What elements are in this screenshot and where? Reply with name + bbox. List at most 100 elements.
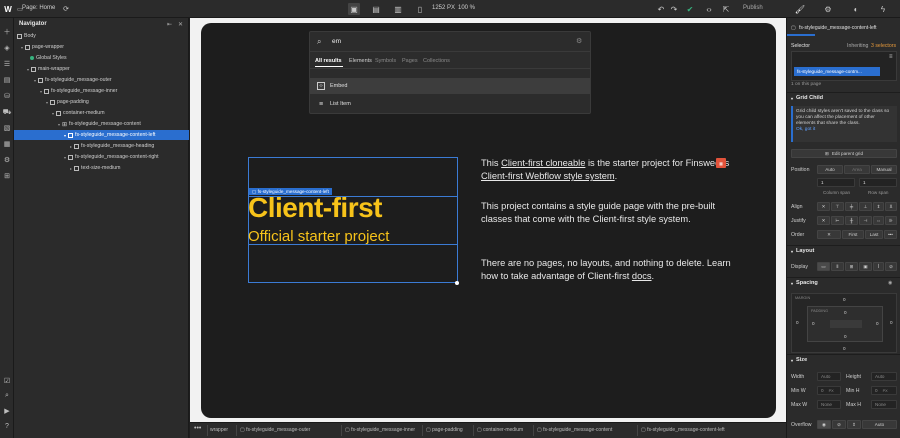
nav-item-message-content-right[interactable]: ▾ fs-styleguide_message-content-right bbox=[14, 152, 189, 162]
justify-center-icon[interactable]: ╫ bbox=[845, 216, 858, 225]
lightning-icon[interactable]: ϟ bbox=[877, 3, 889, 15]
padding-bottom-value[interactable]: 0 bbox=[844, 334, 847, 339]
result-list-item[interactable]: ≡ List Item bbox=[310, 96, 590, 112]
result-embed[interactable]: ‹› Embed bbox=[310, 78, 590, 94]
settings-icon[interactable]: ⚙ bbox=[2, 155, 12, 165]
mobile-portrait-icon[interactable]: ▯ bbox=[414, 3, 426, 15]
style-brush-icon[interactable]: 🖌 bbox=[794, 3, 806, 15]
style-system-link[interactable]: Client-first Webflow style system bbox=[481, 171, 615, 181]
canvas-width-value[interactable]: 1252 bbox=[432, 5, 445, 11]
order-first-button[interactable]: First bbox=[842, 230, 864, 239]
mobile-landscape-icon[interactable]: ▥ bbox=[392, 3, 404, 15]
max-width-input[interactable]: None bbox=[817, 400, 841, 409]
apps-icon[interactable]: ⊞ bbox=[2, 171, 12, 181]
align-none-icon[interactable]: ✕ bbox=[817, 202, 830, 211]
pages-icon[interactable]: ▤ bbox=[2, 75, 12, 85]
display-inline-block-icon[interactable]: ▣ bbox=[859, 262, 872, 271]
align-start-icon[interactable]: ⊤ bbox=[831, 202, 844, 211]
undo-icon[interactable]: ↶ bbox=[655, 3, 667, 15]
more-options-icon[interactable]: ≡ bbox=[889, 54, 893, 60]
padding-top-value[interactable]: 0 bbox=[844, 310, 847, 315]
nav-item-container-medium[interactable]: ▾ container-medium bbox=[14, 108, 189, 118]
align-baseline-icon[interactable]: ⊻ bbox=[885, 202, 897, 211]
redo-icon[interactable]: ↷ bbox=[668, 3, 680, 15]
cms-icon[interactable]: ⛁ bbox=[2, 91, 12, 101]
margin-left-value[interactable]: 0 bbox=[796, 320, 799, 325]
row-span-input[interactable]: 1 bbox=[859, 178, 897, 187]
docs-link[interactable]: docs bbox=[632, 271, 652, 281]
justify-start-icon[interactable]: ⊢ bbox=[831, 216, 844, 225]
nav-item-page-padding[interactable]: ▾ page-padding bbox=[14, 97, 189, 107]
interactions-icon[interactable]: ◐ bbox=[850, 3, 862, 15]
search-icon[interactable]: ⌕ bbox=[2, 391, 12, 401]
docs-paragraph[interactable]: There are no pages, no layouts, and noth… bbox=[481, 257, 731, 283]
column-span-input[interactable]: 1 bbox=[817, 178, 855, 187]
nav-item-main-wrapper[interactable]: ▾ main-wrapper bbox=[14, 64, 189, 74]
tab-all-results[interactable]: All results bbox=[315, 58, 342, 64]
margin-bottom-value[interactable]: 0 bbox=[843, 346, 846, 351]
tablet-breakpoint-icon[interactable]: ▤ bbox=[370, 3, 382, 15]
align-center-icon[interactable]: ╪ bbox=[845, 202, 858, 211]
width-input[interactable]: Auto bbox=[817, 372, 841, 381]
code-icon[interactable]: ‹› bbox=[703, 3, 715, 15]
extension-badge-icon[interactable]: ▦ bbox=[716, 158, 726, 168]
breadcrumb-item[interactable]: ▢ fs-styleguide_message-content-left bbox=[641, 427, 725, 433]
spacing-link-icon[interactable]: ◉ bbox=[888, 280, 892, 286]
cloneable-link[interactable]: Client-first cloneable bbox=[501, 158, 585, 168]
spacing-section-header[interactable]: ▾ Spacing bbox=[787, 277, 900, 288]
hero-heading[interactable]: Client-first bbox=[248, 192, 383, 224]
position-manual-button[interactable]: Manual bbox=[871, 165, 897, 174]
max-height-input[interactable]: None bbox=[871, 400, 897, 409]
nav-item-message-inner[interactable]: ▾ fs-styleguide_message-inner bbox=[14, 86, 189, 96]
resize-handle[interactable] bbox=[455, 281, 459, 285]
caret-down-icon[interactable]: ▾ bbox=[791, 281, 793, 286]
audit-check-icon[interactable]: ☑ bbox=[2, 376, 12, 386]
inheriting-count[interactable]: 3 selectors bbox=[871, 43, 896, 49]
more-dots-icon[interactable]: ••• bbox=[194, 425, 201, 432]
layout-section-header[interactable]: ▾ Layout bbox=[787, 245, 900, 256]
justify-stretch-icon[interactable]: ⇔ bbox=[873, 216, 884, 225]
breadcrumb-item[interactable]: ▢ container-medium bbox=[477, 427, 523, 433]
overflow-scroll-icon[interactable]: ⇕ bbox=[847, 420, 861, 429]
selector-chip[interactable]: fs-styleguide_message-contm... bbox=[794, 67, 880, 76]
position-area-button[interactable]: Area bbox=[844, 165, 870, 174]
justify-space-icon[interactable]: ⊪ bbox=[885, 216, 897, 225]
breadcrumb-item[interactable]: ▢ page-padding bbox=[426, 427, 463, 433]
display-inline-icon[interactable]: ꟾ bbox=[873, 262, 884, 271]
nav-item-message-content[interactable]: ▾ ⊞ fs-styleguide_message-content bbox=[14, 119, 189, 129]
symbols-cube-icon[interactable]: ◈ bbox=[2, 43, 12, 53]
caret-down-icon[interactable]: ▾ bbox=[791, 358, 793, 363]
padding-left-value[interactable]: 0 bbox=[812, 321, 815, 326]
tab-collections[interactable]: Collections bbox=[423, 58, 450, 64]
navigator-close-icon[interactable]: ✕ bbox=[178, 21, 183, 28]
order-last-button[interactable]: Last bbox=[865, 230, 883, 239]
margin-box[interactable]: MARGIN 0 0 0 0 PADDING 0 0 0 0 bbox=[791, 293, 897, 353]
breadcrumb-item[interactable]: ▢ fs-styleguide_message-content bbox=[537, 427, 612, 433]
display-block-icon[interactable]: ▭ bbox=[817, 262, 830, 271]
ecommerce-cart-icon[interactable]: ⛟ bbox=[2, 107, 12, 117]
refresh-icon[interactable]: ⟳ bbox=[60, 3, 72, 15]
video-tutorial-icon[interactable]: ▶ bbox=[2, 406, 12, 416]
ok-got-it-link[interactable]: Ok, got it bbox=[796, 127, 815, 132]
nav-item-message-outer[interactable]: ▾ fs-styleguide_message-outer bbox=[14, 75, 189, 85]
grid-child-section-header[interactable]: ▾ Grid Child bbox=[787, 92, 900, 103]
padding-right-value[interactable]: 0 bbox=[876, 321, 879, 326]
position-auto-button[interactable]: Auto bbox=[817, 165, 843, 174]
display-grid-icon[interactable]: ⊞ bbox=[845, 262, 858, 271]
help-icon[interactable]: ? bbox=[2, 421, 12, 431]
margin-right-value[interactable]: 0 bbox=[890, 320, 893, 325]
quick-find-input[interactable]: em bbox=[332, 38, 341, 45]
nav-item-global-styles[interactable]: Global Styles bbox=[14, 53, 189, 63]
style-manager-icon[interactable]: ▦ bbox=[2, 139, 12, 149]
assets-image-icon[interactable]: ▧ bbox=[2, 123, 12, 133]
page-selector[interactable]: Page: Home bbox=[22, 5, 55, 11]
breadcrumb-item[interactable]: wrapper bbox=[210, 427, 228, 433]
export-icon[interactable]: ⇱ bbox=[720, 3, 732, 15]
order-none-icon[interactable]: ✕ bbox=[817, 230, 841, 239]
settings-gear-icon[interactable]: ⚙ bbox=[822, 3, 834, 15]
nav-item-text-size-medium[interactable]: ▸ text-size-medium bbox=[14, 163, 189, 173]
overflow-auto-button[interactable]: Auto bbox=[862, 420, 897, 429]
display-flex-icon[interactable]: ⫴ bbox=[831, 262, 844, 271]
hero-subheading[interactable]: Official starter project bbox=[248, 228, 389, 245]
order-more-icon[interactable]: ••• bbox=[884, 230, 897, 239]
